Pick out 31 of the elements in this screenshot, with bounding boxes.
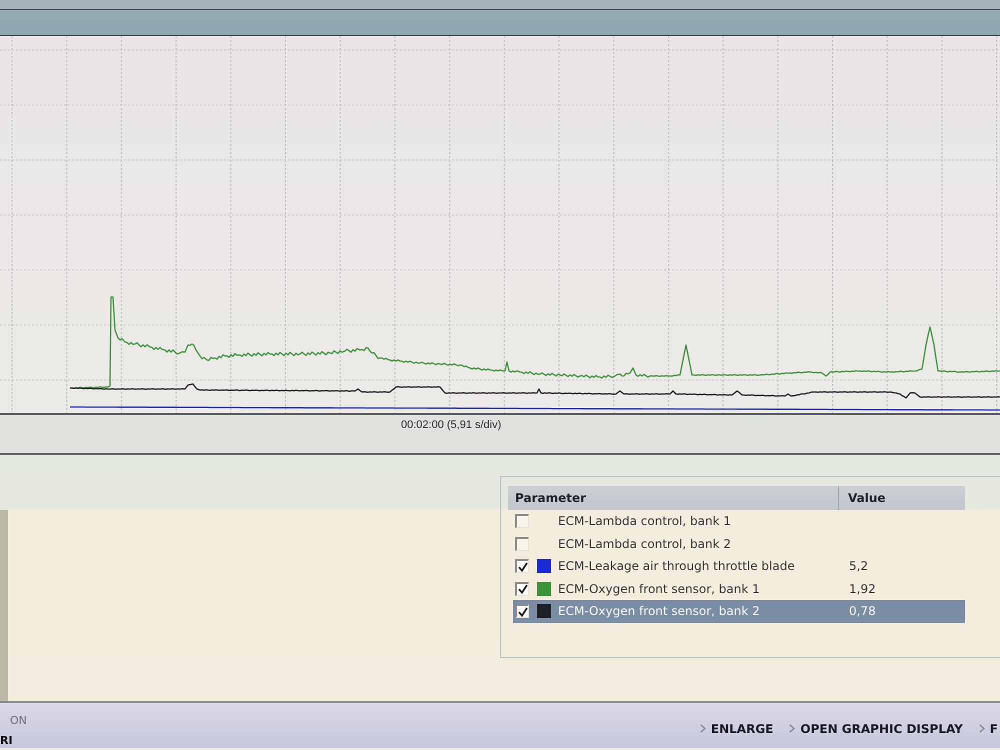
- tick-icon: [518, 584, 528, 594]
- parameter-value: 0,78: [849, 604, 876, 618]
- chevron-icon: [978, 724, 985, 733]
- parameter-name: ECM-Lambda control, bank 1: [558, 514, 732, 528]
- parameter-row[interactable]: ECM-Oxygen front sensor, bank 1 1,92: [513, 578, 965, 600]
- time-scale-label: 00:02:00 (5,91 s/div): [401, 419, 502, 431]
- chevron-icon: [700, 724, 706, 733]
- parameter-name: ECM-Oxygen front sensor, bank 2: [558, 604, 761, 618]
- parameter-name: ECM-Lambda control, bank 2: [558, 536, 732, 551]
- column-header: Value: [847, 491, 886, 505]
- tick-icon: [518, 562, 528, 572]
- toolbar-button[interactable]: F: [978, 722, 998, 736]
- checkbox[interactable]: [515, 582, 529, 596]
- parameter-name: ECM-Oxygen front sensor, bank 1: [558, 582, 761, 596]
- toolbar-button[interactable]: ENLARGE: [700, 722, 774, 736]
- checkbox[interactable]: [515, 559, 529, 574]
- chevron-icon: [789, 724, 796, 733]
- tick-icon: [518, 606, 528, 617]
- column-header: Parameter: [508, 486, 839, 510]
- status-label: RI: [0, 734, 14, 747]
- toolbar-button[interactable]: OPEN GRAPHIC DISPLAY: [789, 722, 963, 736]
- parameter-row[interactable]: ECM-Lambda control, bank 2: [513, 532, 965, 555]
- parameter-row[interactable]: ECM-Leakage air through throttle blade 5,2: [513, 555, 965, 578]
- parameter-value: 1,92: [849, 582, 876, 596]
- checkbox[interactable]: [515, 536, 529, 551]
- parameter-value: 5,2: [849, 559, 868, 574]
- parameter-name: ECM-Leakage air through throttle blade: [558, 559, 796, 574]
- status-label: ON: [10, 714, 27, 727]
- checkbox[interactable]: [515, 514, 529, 528]
- checkbox[interactable]: [515, 604, 529, 618]
- parameter-row[interactable]: ECM-Lambda control, bank 1: [513, 510, 965, 532]
